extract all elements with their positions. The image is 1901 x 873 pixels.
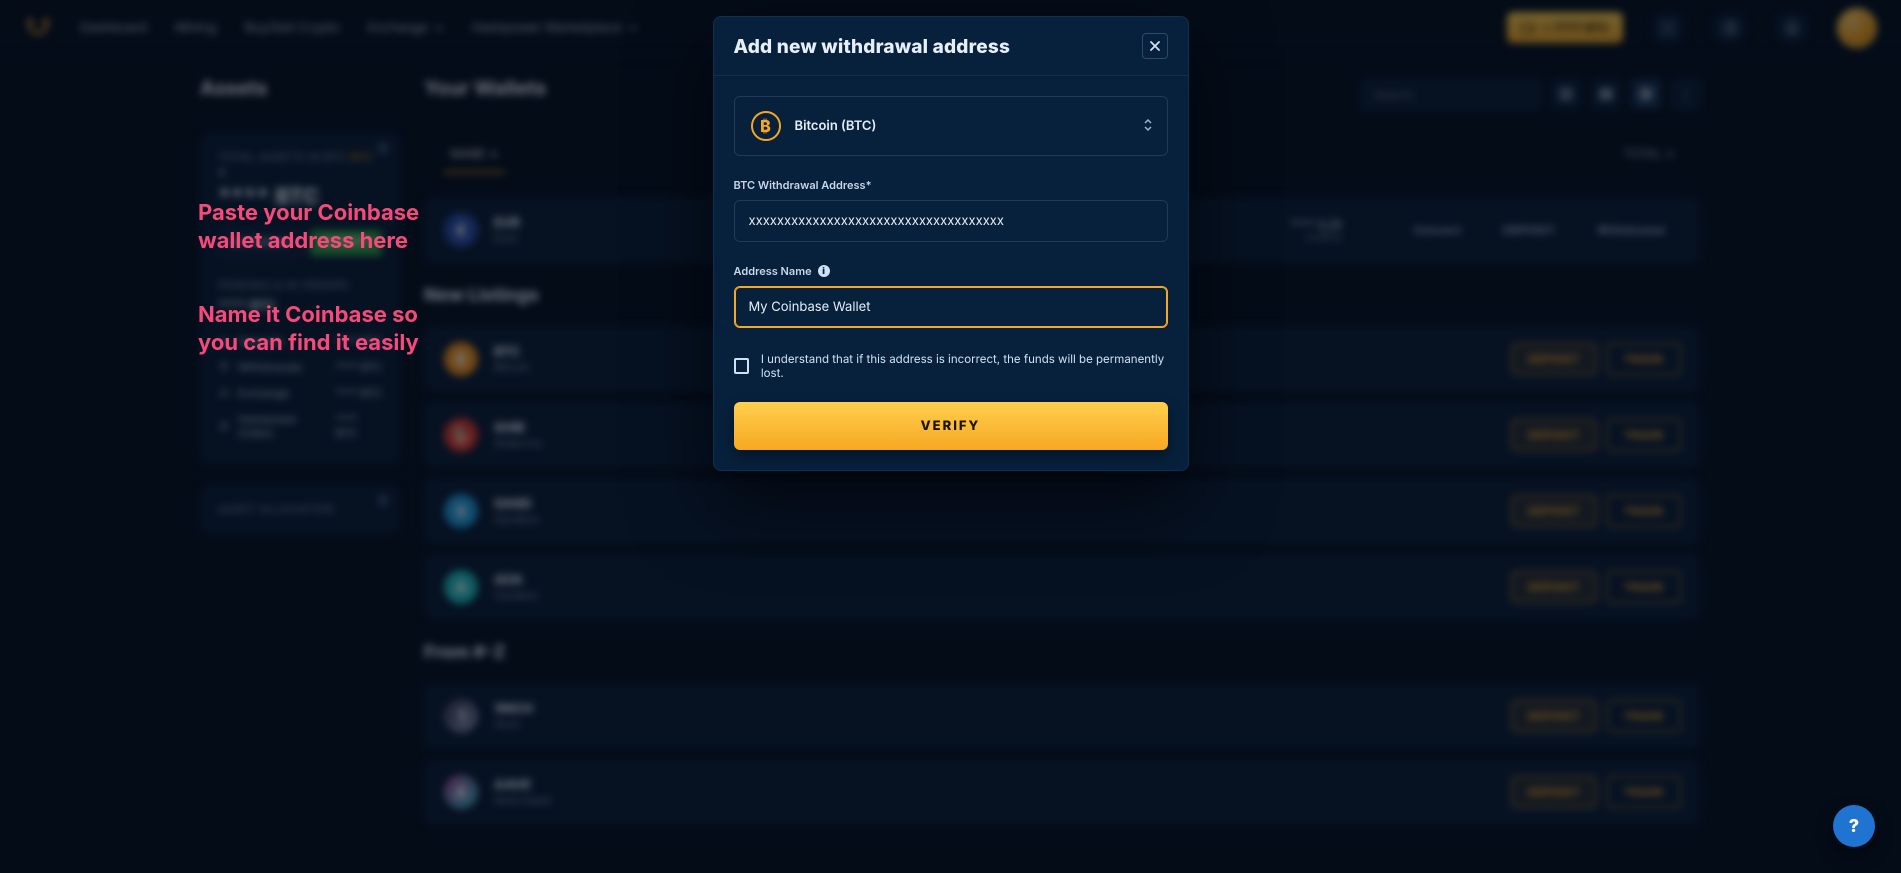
select-caret-icon xyxy=(1143,116,1153,136)
close-icon xyxy=(1149,40,1161,52)
confirm-checkbox[interactable] xyxy=(734,358,749,374)
withdrawal-address-input[interactable] xyxy=(734,200,1168,242)
close-button[interactable] xyxy=(1142,33,1168,59)
modal-title: Add new withdrawal address xyxy=(734,35,1011,58)
address-name-input[interactable] xyxy=(734,286,1168,328)
add-withdrawal-address-modal: Add new withdrawal address ₿ Bitcoin (BT… xyxy=(713,16,1189,471)
coin-select[interactable]: ₿ Bitcoin (BTC) xyxy=(734,96,1168,156)
verify-button[interactable]: VERIFY xyxy=(734,402,1168,450)
coin-select-label: Bitcoin (BTC) xyxy=(795,118,877,134)
confirm-disclaimer: I understand that if this address is inc… xyxy=(761,352,1168,380)
help-fab[interactable]: ? xyxy=(1833,805,1875,847)
withdrawal-address-label: BTC Withdrawal Address* xyxy=(734,178,1168,192)
address-name-label: Address Name i xyxy=(734,264,1168,278)
info-icon[interactable]: i xyxy=(818,265,830,277)
bitcoin-icon: ₿ xyxy=(751,111,781,141)
